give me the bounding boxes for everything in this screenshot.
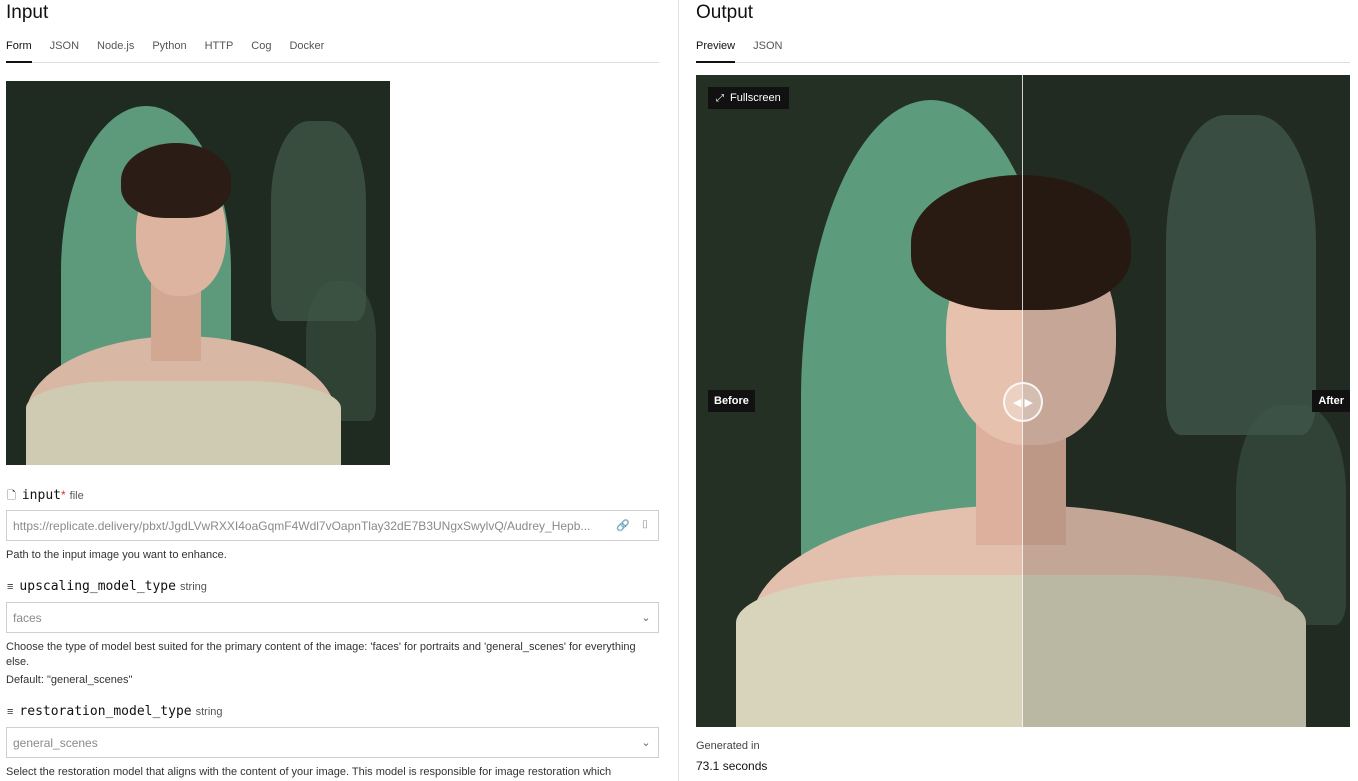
- list-icon: ≡: [7, 581, 14, 593]
- tab-form[interactable]: Form: [6, 36, 32, 63]
- generated-in-label: Generated in: [696, 740, 760, 752]
- upscaling-select-value: faces: [13, 610, 42, 625]
- after-label: After: [1312, 390, 1350, 412]
- field-name: restoration_model_type: [19, 704, 192, 719]
- before-after-comparison[interactable]: ⤢ Fullscreen Before After ◀ ▶: [696, 75, 1350, 727]
- link-icon[interactable]: 🔗: [616, 519, 630, 532]
- restoration-select-value: general_scenes: [13, 735, 98, 750]
- output-tabs: Preview JSON: [696, 36, 1350, 63]
- list-icon: ≡: [7, 706, 14, 718]
- tab-json[interactable]: JSON: [50, 36, 79, 63]
- input-tabs: Form JSON Node.js Python HTTP Cog Docker: [6, 36, 659, 63]
- field-type: string: [195, 706, 223, 718]
- restoration-help-text: Select the restoration model that aligns…: [6, 766, 612, 778]
- slider-arrows-icon: ◀ ▶: [1013, 396, 1033, 409]
- after-overlay: [1022, 75, 1350, 727]
- file-icon: 🗋: [7, 490, 16, 502]
- output-title: Output: [696, 2, 754, 23]
- field-label-restoration: ≡ restoration_model_type string: [7, 704, 223, 719]
- input-url-value: https://replicate.delivery/pbxt/JgdLVwRX…: [13, 518, 591, 533]
- upscaling-default-text: Default: "general_scenes": [6, 674, 133, 686]
- field-label-input: 🗋 input * file: [7, 487, 84, 506]
- pane-divider: [678, 0, 679, 781]
- restoration-model-select[interactable]: general_scenes ⌄: [6, 727, 659, 758]
- field-name: upscaling_model_type: [19, 579, 176, 594]
- tab-preview[interactable]: Preview: [696, 36, 736, 63]
- input-pane: Input Form JSON Node.js Python HTTP Cog …: [0, 0, 678, 781]
- input-image-preview: [6, 81, 390, 465]
- upscaling-help-text: Choose the type of model best suited for…: [6, 641, 636, 668]
- field-type: string: [179, 581, 207, 593]
- tab-cog[interactable]: Cog: [251, 36, 271, 63]
- tab-docker[interactable]: Docker: [289, 36, 324, 63]
- comparison-slider-handle[interactable]: ◀ ▶: [1003, 382, 1043, 422]
- fullscreen-button[interactable]: ⤢ Fullscreen: [708, 87, 789, 109]
- camera-icon[interactable]: ⌷: [638, 519, 652, 532]
- fullscreen-icon: ⤢: [716, 92, 724, 104]
- fullscreen-label: Fullscreen: [730, 92, 781, 104]
- required-mark: *: [61, 488, 66, 502]
- field-name: input: [21, 488, 61, 503]
- chevron-down-icon: ⌄: [641, 737, 651, 749]
- before-label: Before: [708, 390, 755, 412]
- upscaling-model-select[interactable]: faces ⌄: [6, 602, 659, 633]
- tab-http[interactable]: HTTP: [205, 36, 234, 63]
- input-url-field[interactable]: https://replicate.delivery/pbxt/JgdLVwRX…: [6, 510, 659, 541]
- tab-python[interactable]: Python: [152, 36, 186, 63]
- tab-nodejs[interactable]: Node.js: [97, 36, 134, 63]
- generated-in-value: 73.1 seconds: [696, 759, 768, 773]
- input-help-text: Path to the input image you want to enha…: [6, 549, 227, 561]
- field-type: file: [69, 490, 84, 502]
- chevron-down-icon: ⌄: [641, 612, 651, 624]
- input-title: Input: [6, 2, 49, 23]
- field-label-upscaling: ≡ upscaling_model_type string: [7, 579, 207, 594]
- tab-output-json[interactable]: JSON: [753, 36, 782, 63]
